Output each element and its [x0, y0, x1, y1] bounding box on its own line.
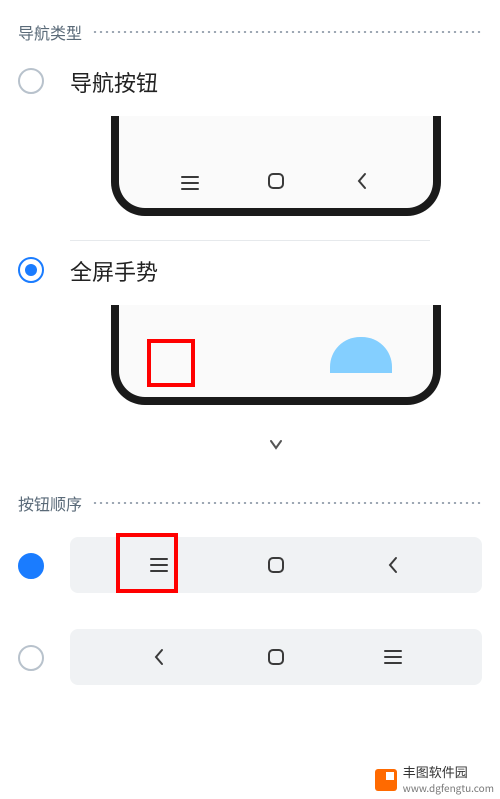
button-order-option-1[interactable]: [0, 523, 500, 593]
chevron-down-icon: [265, 438, 287, 452]
divider-dots: [92, 502, 482, 504]
section-header-button-order: 按钮顺序: [0, 471, 500, 523]
watermark-logo-icon: [375, 769, 397, 791]
gesture-hint-right-active: [330, 337, 392, 373]
back-icon: [144, 648, 174, 666]
radio-order-2[interactable]: [18, 645, 44, 671]
back-icon: [378, 556, 408, 574]
radio-fullscreen-gestures[interactable]: [18, 257, 44, 283]
option-label: 全屏手势: [70, 255, 482, 287]
watermark-url: www.dgfengtu.com: [403, 780, 494, 795]
home-icon: [261, 556, 291, 574]
watermark: 丰图软件园 www.dgfengtu.com: [369, 761, 500, 799]
home-icon: [261, 648, 291, 666]
option-nav-buttons[interactable]: 导航按钮: [0, 52, 500, 234]
expand-toggle[interactable]: [70, 423, 482, 471]
section-title: 按钮顺序: [18, 491, 82, 515]
option-label: 导航按钮: [70, 66, 482, 98]
radio-order-1[interactable]: [18, 553, 44, 579]
home-icon: [261, 172, 291, 190]
order-pill-1: [70, 537, 482, 593]
option-fullscreen-gestures[interactable]: 全屏手势: [0, 241, 500, 471]
button-order-option-2[interactable]: [0, 615, 500, 685]
radio-nav-buttons[interactable]: [18, 68, 44, 94]
order-pill-2: [70, 629, 482, 685]
watermark-name: 丰图软件园: [403, 765, 494, 780]
preview-nav-buttons: [70, 116, 482, 216]
section-header-nav-type: 导航类型: [0, 0, 500, 52]
section-title: 导航类型: [18, 20, 82, 44]
recents-icon: [175, 176, 205, 190]
recents-icon: [378, 650, 408, 664]
recents-icon: [144, 558, 174, 572]
preview-fullscreen-gestures: [70, 305, 482, 405]
gesture-hint-center: [245, 365, 303, 373]
gesture-hint-left: [160, 365, 218, 373]
back-icon: [347, 172, 377, 190]
divider-dots: [92, 31, 482, 33]
